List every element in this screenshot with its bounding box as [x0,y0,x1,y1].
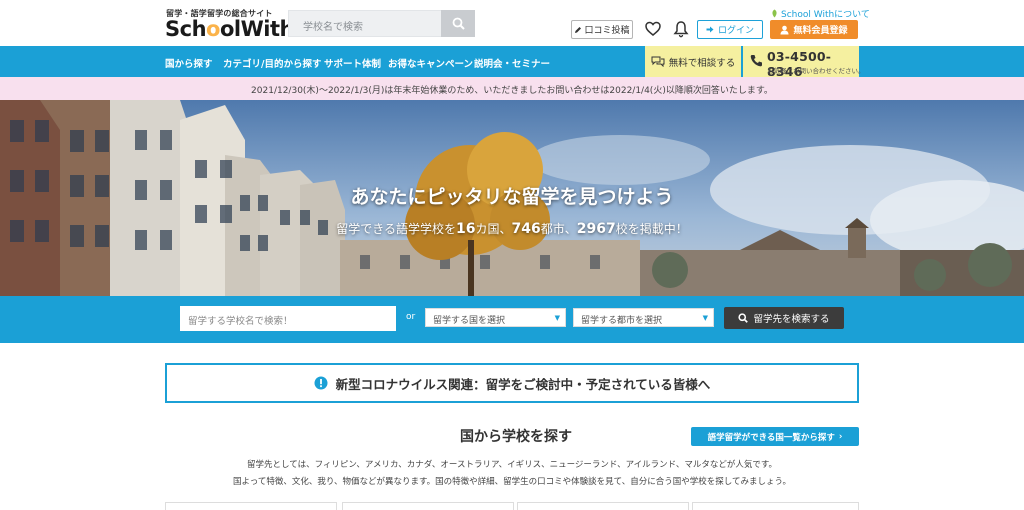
city-select-label: 留学する都市を選択 [581,316,663,326]
chevron-down-icon: ▼ [554,314,560,322]
chat-icon [651,56,665,67]
city-select[interactable]: 留学する都市を選択 ▼ [573,308,714,327]
school-search-bar: 留学する学校名で検索！ or 留学する国を選択 ▼ 留学する都市を選択 ▼ 留学… [0,296,1024,343]
country-list-button[interactable]: 語学留学ができる国一覧から探す › [691,427,859,446]
header-search-button[interactable] [441,10,475,37]
site-logo[interactable]: SchoolWith [165,17,294,41]
covid-notice-text: 新型コロナウイルス関連：留学をご検討中・予定されている皆様へ [335,376,711,392]
nav-item-country[interactable]: 国から探す [165,56,213,70]
nav-item-support[interactable]: サポート体制 [324,56,381,70]
register-button[interactable]: 無料会員登録 [770,20,858,39]
country-section-title: 国から学校を探す [460,429,572,445]
country-card[interactable] [342,502,514,510]
search-icon [452,17,465,30]
country-section-desc-1: 留学先としては、フィリピン、アメリカ、カナダ、オーストラリア、イギリス、ニュージ… [247,460,777,470]
exclamation-icon [314,376,328,390]
about-link[interactable]: School Withについて [771,7,870,20]
search-submit-button[interactable]: 留学先を検索する [724,307,844,329]
review-post-button[interactable]: 口コミ投稿 [571,20,633,39]
phone-icon [750,55,762,67]
or-separator: or [406,312,416,322]
search-submit-label: 留学先を検索する [753,314,830,325]
country-card[interactable] [517,502,689,510]
covid-notice-link[interactable]: 新型コロナウイルス関連：留学をご検討中・予定されている皆様へ [165,363,859,403]
main-nav: 国から探す カテゴリ/目的から探す サポート体制 お得なキャンペーン 説明会・セ… [0,46,1024,77]
nav-item-seminar[interactable]: 説明会・セミナー [474,56,550,70]
hero-subtitle: 留学できる語学学校を16カ国、746都市、2967校を掲載中！ [336,221,688,237]
country-select-label: 留学する国を選択 [433,316,506,326]
country-select[interactable]: 留学する国を選択 ▼ [425,308,566,327]
country-list-label: 語学留学ができる国一覧から探す [707,432,835,443]
chevron-right-icon: › [838,431,843,442]
hero-title: あなたにピッタリな留学を見つけよう [350,186,674,208]
pencil-icon [575,26,582,33]
bell-icon[interactable] [673,20,689,38]
free-consult-label: 無料で相談する [668,57,736,69]
school-keyword-input[interactable]: 留学する学校名で検索！ [180,306,396,331]
chevron-down-icon: ▼ [702,314,708,322]
login-button[interactable]: ログイン [697,20,763,39]
about-link-label: School Withについて [781,10,870,20]
country-card[interactable] [165,502,337,510]
country-card[interactable] [692,502,859,510]
phone-note: お気軽にお問い合わせください。 [767,67,865,75]
login-label: ログイン [717,26,754,36]
review-post-label: 口コミ投稿 [584,26,630,36]
search-icon [738,313,749,323]
login-icon [706,26,714,33]
nav-item-campaign[interactable]: お得なキャンペーン [388,56,473,70]
heart-icon[interactable] [645,21,661,37]
leaf-icon [772,9,777,18]
header-search-input[interactable]: 学校名で検索 [288,10,441,37]
country-section-desc-2: 国よって特徴、文化、我り、物価などが異なります。国の特徴や詳細、留学生の口コミや… [233,477,791,487]
free-consult-button[interactable]: 無料で相談する [645,46,741,77]
register-label: 無料会員登録 [793,26,848,36]
holiday-notice: 2021/12/30(木)〜2022/1/3(月)は年末年始休業のため、いただき… [0,77,1024,100]
user-icon [780,25,789,34]
phone-contact[interactable]: 03-4500-8346 お気軽にお問い合わせください。 [743,46,865,79]
site-header: 留学・語学留学の総合サイト SchoolWith 学校名で検索 口コミ投稿 ログ… [0,0,1024,46]
nav-item-category[interactable]: カテゴリ/目的から探す [223,56,321,70]
hero-banner: あなたにピッタリな留学を見つけよう 留学できる語学学校を16カ国、746都市、2… [0,100,1024,296]
